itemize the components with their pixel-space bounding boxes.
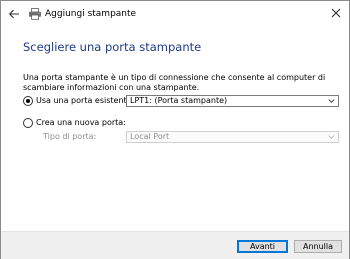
- arrow-left-icon: [8, 9, 19, 19]
- radio-button-checked[interactable]: [23, 96, 33, 106]
- description-text: Una porta stampante è un tipo di conness…: [23, 73, 326, 92]
- existing-port-select[interactable]: LPT1: (Porta stampante): [126, 95, 339, 107]
- add-printer-window: Aggiungi stampante Scegliere una porta s…: [0, 0, 350, 259]
- chevron-down-icon: [328, 135, 335, 139]
- chevron-down-icon: [328, 99, 335, 103]
- existing-port-value: LPT1: (Porta stampante): [130, 96, 228, 105]
- create-new-port-radio[interactable]: Crea una nuova porta:: [23, 118, 126, 128]
- port-type-select: Local Port: [126, 131, 339, 143]
- window-title: Aggiungi stampante: [45, 9, 137, 19]
- create-new-port-label: Crea una nuova porta:: [36, 118, 126, 127]
- close-icon: [331, 8, 341, 18]
- back-button[interactable]: [7, 8, 21, 20]
- title-bar: Aggiungi stampante: [1, 1, 349, 27]
- printer-icon: [29, 8, 41, 20]
- dialog-footer: Avanti Annulla: [1, 231, 349, 259]
- close-button[interactable]: [327, 4, 345, 22]
- port-type-value: Local Port: [130, 132, 170, 141]
- use-existing-port-radio[interactable]: Usa una porta esistente:: [23, 96, 134, 106]
- use-existing-port-label: Usa una porta esistente:: [36, 96, 135, 105]
- next-button[interactable]: Avanti: [237, 240, 288, 253]
- port-type-label: Tipo di porta:: [43, 132, 97, 141]
- cancel-button[interactable]: Annulla: [294, 240, 342, 253]
- page-heading: Scegliere una porta stampante: [23, 40, 202, 54]
- radio-button-unchecked[interactable]: [23, 118, 33, 128]
